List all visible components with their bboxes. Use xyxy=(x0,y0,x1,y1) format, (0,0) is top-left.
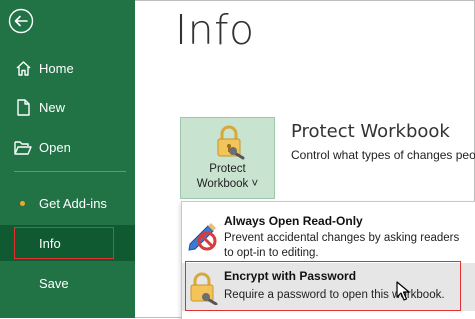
home-icon xyxy=(14,59,32,77)
sidebar-item-get-addins[interactable]: Get Add-ins xyxy=(0,185,135,221)
protect-button-label-line2: Workbook ˅ xyxy=(196,178,259,190)
section-description: Control what types of changes peo xyxy=(291,148,475,162)
menu-item-title: Always Open Read-Only xyxy=(224,214,363,228)
update-dot-icon xyxy=(20,201,25,206)
lock-key-icon xyxy=(213,124,247,165)
sidebar-item-label: Open xyxy=(39,139,71,155)
sidebar-divider xyxy=(14,171,126,172)
pencil-prohibited-icon xyxy=(186,218,220,257)
menu-item-always-open-read-only[interactable]: Always Open Read-Only Prevent accidental… xyxy=(182,206,475,260)
mouse-cursor-icon xyxy=(396,281,410,306)
page-title: Info xyxy=(175,6,255,54)
menu-item-description: Prevent accidental changes by asking rea… xyxy=(224,232,460,259)
back-button[interactable] xyxy=(8,8,34,39)
new-document-icon xyxy=(14,98,32,116)
sidebar-item-open[interactable]: Open xyxy=(0,129,135,165)
sidebar-item-save[interactable]: Save xyxy=(0,265,135,301)
protect-button-label-line1: Protect xyxy=(209,163,246,175)
sidebar-item-label: Get Add-ins xyxy=(39,195,107,211)
highlight-box xyxy=(185,261,461,311)
highlight-box xyxy=(14,227,114,259)
sidebar-item-new[interactable]: New xyxy=(0,89,135,125)
protect-workbook-button[interactable]: Protect Workbook ˅ xyxy=(180,117,275,199)
section-title: Protect Workbook xyxy=(291,121,450,142)
sidebar-item-home[interactable]: Home xyxy=(0,50,135,86)
sidebar-item-label: Home xyxy=(39,60,74,76)
sidebar-item-label: New xyxy=(39,99,66,115)
back-arrow-icon xyxy=(8,8,34,39)
backstage-sidebar: Home New Open Get Add-ins Info Save xyxy=(0,0,135,318)
sidebar-item-label: Save xyxy=(39,275,69,291)
open-folder-icon xyxy=(14,138,32,156)
